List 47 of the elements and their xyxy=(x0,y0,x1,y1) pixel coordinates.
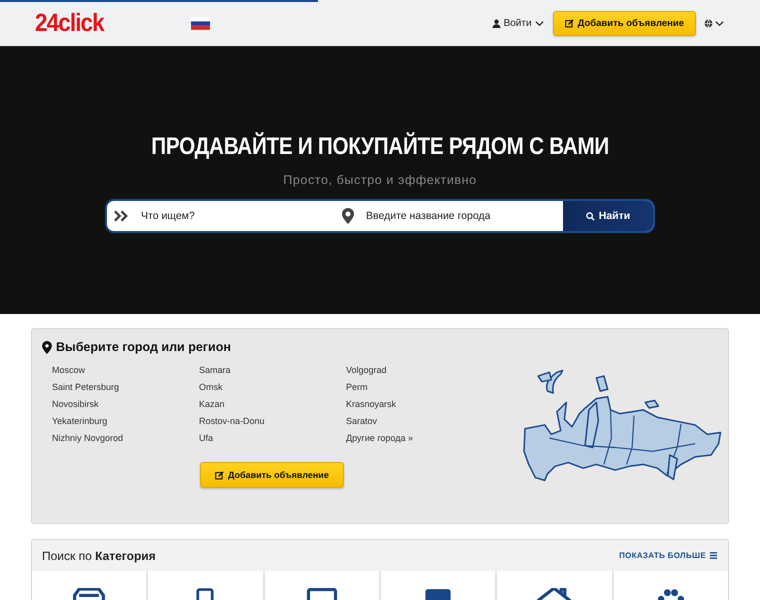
search-button[interactable]: Найти xyxy=(563,201,653,231)
city-link[interactable]: Novosibirsk xyxy=(52,397,199,411)
add-listing-button[interactable]: Добавить объявление xyxy=(200,462,344,488)
user-icon xyxy=(492,18,501,28)
category-tile[interactable] xyxy=(32,571,146,600)
hero-subtitle: Просто, быстро и эффективно xyxy=(283,173,477,187)
house-icon xyxy=(536,588,572,600)
search-field[interactable]: Что ищем? xyxy=(139,209,335,223)
map-pin-icon xyxy=(42,340,52,354)
category-tile[interactable] xyxy=(614,571,728,600)
city-link[interactable]: Nizhniy Novgorod xyxy=(52,431,199,445)
city-link[interactable]: Samara xyxy=(199,363,346,377)
chevron-down-icon xyxy=(534,18,544,28)
category-tile[interactable] xyxy=(148,571,263,600)
login-button[interactable]: Войти xyxy=(492,18,544,28)
city-link[interactable]: Yekaterinburg xyxy=(52,414,199,428)
hero-title: ПРОДАВАЙТЕ И ПОКУПАЙТЕ РЯДОМ С ВАМИ xyxy=(151,133,609,161)
language-button[interactable] xyxy=(704,18,724,28)
category-heading: Поиск по Категория xyxy=(42,548,156,562)
double-chevron-icon xyxy=(114,210,129,222)
map-pin-icon xyxy=(342,208,354,224)
menu-icon xyxy=(709,551,718,560)
add-listing-button[interactable]: Добавить объявление xyxy=(552,10,696,36)
city-link[interactable]: Saratov xyxy=(346,414,493,428)
chevron-down-icon xyxy=(715,18,724,28)
show-more-link[interactable]: ПОКАЗАТЬ БОЛЬШЕ xyxy=(619,551,718,560)
city-panel-title: Выберите город или регион xyxy=(42,340,493,354)
site-logo[interactable]: 24click xyxy=(35,8,104,38)
category-tile[interactable] xyxy=(264,571,379,600)
city-link[interactable]: Ufa xyxy=(199,431,346,445)
search-icon xyxy=(586,212,595,220)
category-tile[interactable] xyxy=(497,571,612,600)
globe-icon xyxy=(704,18,713,28)
category-tile[interactable] xyxy=(380,571,496,600)
city-link[interactable]: Другие города » xyxy=(346,431,493,445)
city-link[interactable]: Perm xyxy=(346,380,493,394)
city-link[interactable]: Krasnoyarsk xyxy=(346,397,493,411)
city-link[interactable]: Rostov-na-Donu xyxy=(199,414,346,428)
edit-icon xyxy=(564,18,574,28)
city-link[interactable]: Moscow xyxy=(52,363,199,377)
edit-icon xyxy=(215,470,224,480)
city-field[interactable]: Введите название города xyxy=(364,209,563,223)
city-link[interactable]: Volgograd xyxy=(346,363,493,377)
city-link[interactable]: Omsk xyxy=(199,380,346,394)
russia-flag-icon[interactable] xyxy=(191,16,210,30)
city-link[interactable]: Kazan xyxy=(199,397,346,411)
city-link[interactable]: Saint Petersburg xyxy=(52,380,199,394)
